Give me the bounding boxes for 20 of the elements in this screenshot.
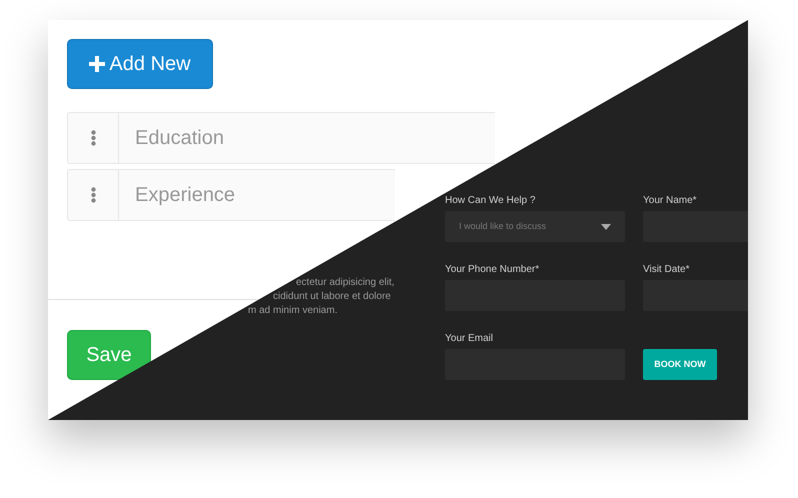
drag-handle-icon xyxy=(90,187,96,203)
field-label: Your Phone Number* xyxy=(445,263,540,276)
paragraph-line: cididunt ut labore et dolore xyxy=(273,290,392,304)
field-label: Your Name* xyxy=(643,194,698,207)
section-row[interactable]: Education xyxy=(67,112,495,164)
book-now-button[interactable]: BOOK NOW xyxy=(643,349,717,380)
field-label: How Can We Help ? xyxy=(445,194,536,207)
paragraph-line: ectetur adipisicing elit, xyxy=(296,276,394,290)
section-label: Experience xyxy=(135,183,236,208)
save-button[interactable]: Save xyxy=(67,330,151,380)
add-new-button[interactable]: Add New xyxy=(67,39,213,89)
caret-down-icon xyxy=(601,224,611,230)
field-label: Your Email xyxy=(445,332,494,345)
section-label: Education xyxy=(135,126,224,151)
section-row[interactable]: Experience xyxy=(67,169,395,221)
plus-icon xyxy=(89,56,106,72)
select-field[interactable]: I would like to discuss xyxy=(445,211,625,242)
paragraph-line: m ad minim veniam. xyxy=(248,304,338,318)
drag-handle-icon xyxy=(90,130,96,146)
field-label: Visit Date* xyxy=(643,263,691,276)
